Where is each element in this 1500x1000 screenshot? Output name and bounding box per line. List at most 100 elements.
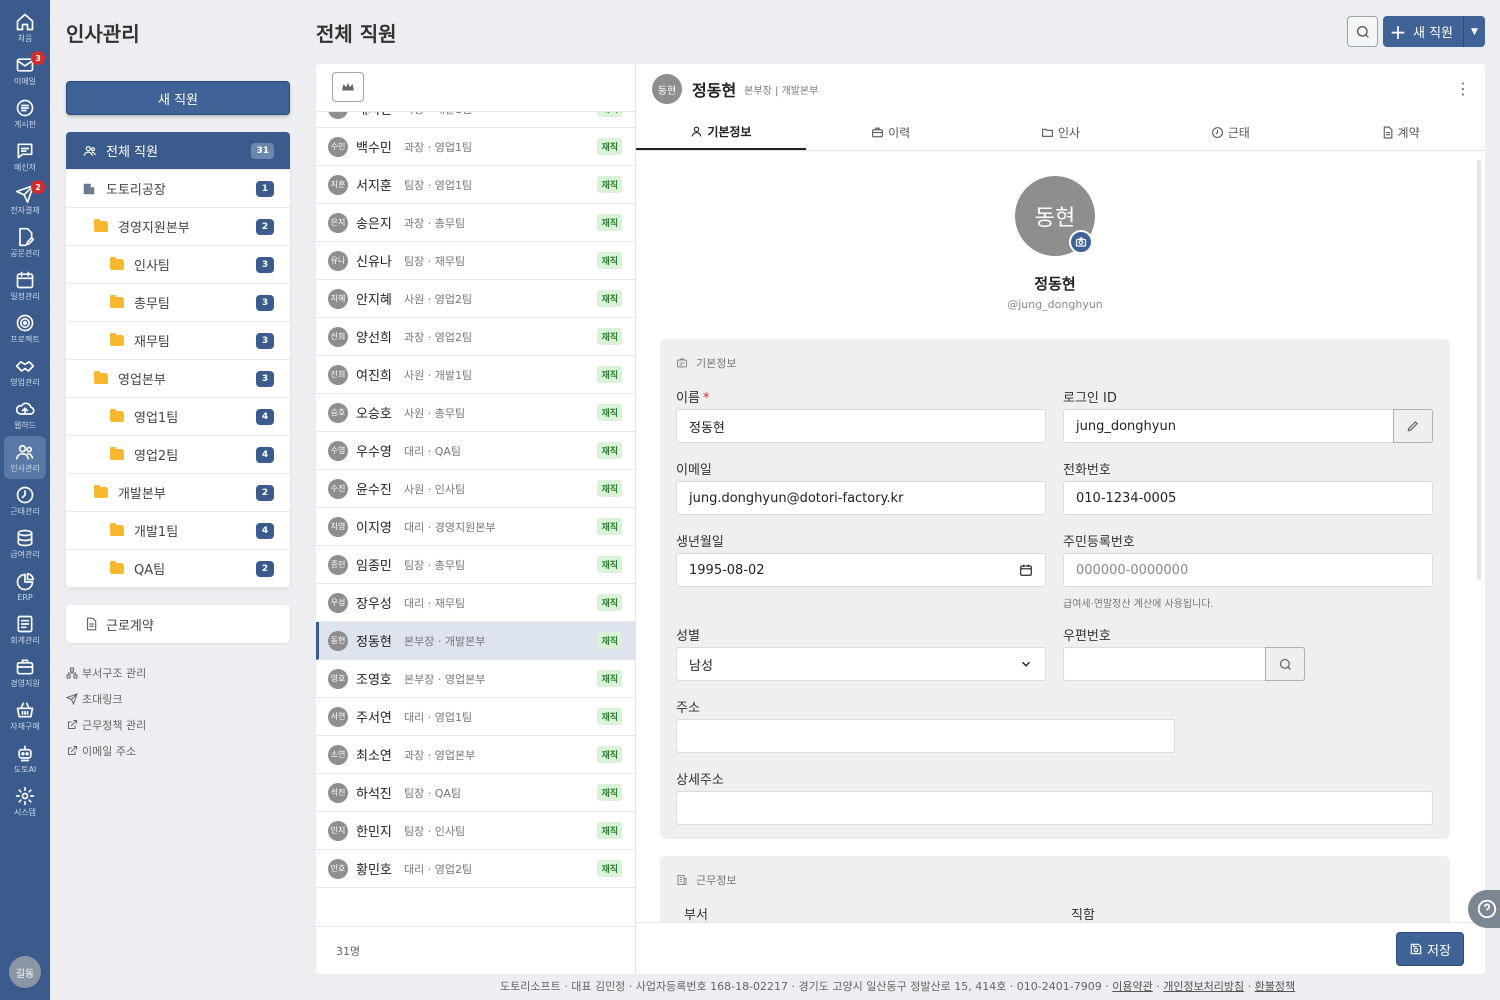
employee-row[interactable]: 진희 여진희 사원 · 개발1팀 재직 — [316, 356, 635, 394]
department-label: 영업1팀 — [134, 411, 179, 426]
department-item[interactable]: 인사팀 3 — [66, 246, 290, 284]
employee-row[interactable]: 종민 임종민 팀장 · 총무팀 재직 — [316, 546, 635, 584]
employee-row[interactable]: 동현 정동현 본부장 · 개발본부 재직 — [316, 622, 635, 660]
department-item[interactable]: QA팀 2 — [66, 550, 290, 588]
rail-item-board[interactable]: 게시판 — [4, 92, 46, 135]
rail-item-handshake[interactable]: 영업관리 — [4, 350, 46, 393]
employee-row[interactable]: 수진 윤수진 사원 · 인사팀 재직 — [316, 470, 635, 508]
phone-input[interactable]: 010-1234-0005 — [1063, 481, 1433, 515]
employee-row[interactable]: 우성 장우성 대리 · 재무팀 재직 — [316, 584, 635, 622]
link-work-policy[interactable]: 근무정책 관리 — [66, 712, 146, 738]
more-vertical-icon[interactable]: ⋮ — [1455, 81, 1471, 97]
rail-item-pie-chart[interactable]: ERP — [4, 565, 46, 608]
employee-row[interactable]: 지혜 안지혜 사원 · 영업2팀 재직 — [316, 280, 635, 318]
employee-row[interactable]: 석진 하석진 팀장 · QA팀 재직 — [316, 774, 635, 812]
privacy-link[interactable]: 개인정보처리방침 — [1163, 980, 1244, 993]
employee-row[interactable]: 은지 송은지 과장 · 총무팀 재직 — [316, 204, 635, 242]
user-avatar[interactable]: 길동 — [9, 956, 41, 988]
employee-row[interactable]: 서연 주서연 대리 · 영업1팀 재직 — [316, 698, 635, 736]
employee-row[interactable]: 지영 이지영 대리 · 경영지원본부 재직 — [316, 508, 635, 546]
employee-row[interactable]: 민호 황민호 대리 · 영업2팀 재직 — [316, 850, 635, 888]
employee-position: 팀장 · 재무팀 — [404, 254, 466, 268]
address-detail-input[interactable] — [676, 791, 1433, 825]
rail-item-mail[interactable]: 이메일 3 — [4, 49, 46, 92]
rail-item-send[interactable]: 전자결재 2 — [4, 178, 46, 221]
rail-item-messenger[interactable]: 메신저 — [4, 135, 46, 178]
rail-item-robot[interactable]: 도토AI — [4, 737, 46, 780]
department-item[interactable]: 영업2팀 4 — [66, 436, 290, 474]
rail-item-cloud[interactable]: 웹하드 — [4, 393, 46, 436]
help-button[interactable] — [1468, 890, 1500, 928]
email-input[interactable]: jung.donghyun@dotori-factory.kr — [676, 481, 1046, 515]
rail-item-briefcase[interactable]: 경영지원 — [4, 651, 46, 694]
department-item[interactable]: 경영지원본부 2 — [66, 208, 290, 246]
folder-icon — [94, 219, 110, 234]
new-employee-button[interactable]: 새 직원 — [66, 81, 290, 115]
calendar-icon[interactable] — [1019, 563, 1033, 577]
tab-basic-info[interactable]: 기본정보 — [636, 114, 806, 150]
zipcode-input[interactable] — [1063, 647, 1305, 681]
gender-select[interactable]: 남성 — [676, 647, 1046, 681]
link-email-address[interactable]: 이메일 주소 — [66, 738, 146, 764]
login-id-input[interactable]: jung_donghyun — [1063, 409, 1433, 443]
department-item[interactable]: 전체 직원 31 — [66, 132, 290, 170]
document-icon — [1383, 126, 1392, 138]
rail-item-users[interactable]: 인사관리 — [4, 436, 46, 479]
rail-item-ledger[interactable]: 회계관리 — [4, 608, 46, 651]
employee-row[interactable]: 영호 조영호 본부장 · 영업본부 재직 — [316, 660, 635, 698]
ledger-icon — [17, 615, 33, 632]
employee-row[interactable]: 수영 우수영 대리 · QA팀 재직 — [316, 432, 635, 470]
department-item[interactable]: 영업1팀 4 — [66, 398, 290, 436]
rail-item-target[interactable]: 프로젝트 — [4, 307, 46, 350]
employee-row[interactable]: 수민 백수민 과장 · 영업1팀 재직 — [316, 128, 635, 166]
header-new-employee-button[interactable]: + 새 직원 ▼ — [1383, 16, 1485, 47]
department-item[interactable]: 개발본부 2 — [66, 474, 290, 512]
employee-name: 백수민 — [356, 141, 392, 156]
rail-item-home[interactable]: 처음 — [4, 6, 46, 49]
tab-personnel[interactable]: 인사 — [976, 114, 1146, 150]
birth-date-input[interactable]: 1995-08-02 — [676, 553, 1046, 587]
change-photo-button[interactable] — [1069, 230, 1093, 254]
employee-row[interactable]: 민지 한민지 팀장 · 인사팀 재직 — [316, 812, 635, 850]
department-item[interactable]: 개발1팀 4 — [66, 512, 290, 550]
employee-row[interactable]: 지훈 서지훈 팀장 · 영업1팀 재직 — [316, 166, 635, 204]
tab-contract[interactable]: 계약 — [1315, 114, 1485, 150]
rail-item-gear[interactable]: 시스템 — [4, 780, 46, 823]
scrollbar[interactable] — [1477, 160, 1481, 580]
link-dept-structure[interactable]: 부서구조 관리 — [66, 660, 146, 686]
refund-link[interactable]: 환불정책 — [1255, 980, 1295, 993]
chevron-down-icon[interactable]: ▼ — [1463, 16, 1485, 47]
employment-contract-button[interactable]: 근로계약 — [66, 605, 290, 643]
save-button[interactable]: 저장 — [1396, 932, 1464, 966]
rail-item-database[interactable]: 급여관리 — [4, 522, 46, 565]
rail-item-document-edit[interactable]: 공문관리 — [4, 221, 46, 264]
org-view-button[interactable] — [332, 72, 364, 102]
rail-item-basket[interactable]: 자재구매 — [4, 694, 46, 737]
employee-row[interactable]: 승호 오승호 사원 · 총무팀 재직 — [316, 394, 635, 432]
tab-attendance[interactable]: 근태 — [1145, 114, 1315, 150]
link-invite[interactable]: 초대링크 — [66, 686, 146, 712]
department-item[interactable]: 재무팀 3 — [66, 322, 290, 360]
employee-row[interactable]: 유나 신유나 팀장 · 재무팀 재직 — [316, 242, 635, 280]
zipcode-search-button[interactable] — [1265, 647, 1305, 681]
member-count-badge: 31 — [251, 142, 274, 159]
department-item[interactable]: 도토리공장 1 — [66, 170, 290, 208]
employee-position: 사원 · 인사팀 — [404, 482, 466, 496]
employee-row[interactable]: 소연 최소연 과장 · 영업본부 재직 — [316, 736, 635, 774]
rrn-input[interactable]: 000000-0000000 — [1063, 553, 1433, 587]
address-input[interactable] — [676, 719, 1175, 753]
employee-position: 과장 · 영업2팀 — [404, 330, 473, 344]
employee-name: 황민호 — [356, 863, 392, 878]
name-input[interactable]: 정동현 — [676, 409, 1046, 443]
department-item[interactable]: 총무팀 3 — [66, 284, 290, 322]
department-label: 재무팀 — [134, 335, 170, 350]
rail-item-calendar[interactable]: 일정관리 — [4, 264, 46, 307]
department-item[interactable]: 영업본부 3 — [66, 360, 290, 398]
tab-history[interactable]: 이력 — [806, 114, 976, 150]
employee-row[interactable]: 선희 양선희 과장 · 영업2팀 재직 — [316, 318, 635, 356]
rail-item-clock[interactable]: 근태관리 — [4, 479, 46, 522]
terms-link[interactable]: 이용약관 — [1112, 980, 1152, 993]
avatar: 소연 — [328, 744, 348, 765]
edit-login-button[interactable] — [1393, 409, 1433, 443]
search-button[interactable] — [1347, 16, 1378, 47]
